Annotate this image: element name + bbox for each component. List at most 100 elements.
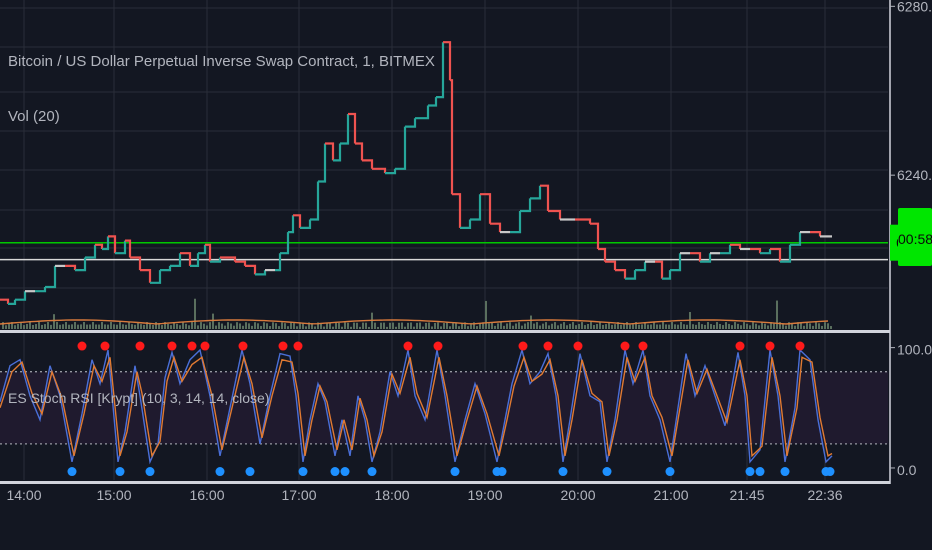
price-segment bbox=[655, 260, 664, 279]
price-segment bbox=[0, 298, 10, 304]
volume-bar bbox=[14, 325, 16, 329]
volume-bar bbox=[266, 323, 268, 329]
volume-bar bbox=[110, 322, 112, 329]
overbought-marker bbox=[735, 341, 745, 351]
volume-bar bbox=[281, 322, 283, 329]
volume-bar bbox=[341, 326, 343, 329]
price-segment bbox=[750, 247, 762, 254]
volume-bar bbox=[89, 324, 91, 329]
volume-bar bbox=[257, 323, 259, 329]
volume-bar bbox=[158, 323, 160, 329]
volume-bar bbox=[791, 323, 793, 329]
volume-bar bbox=[521, 325, 523, 329]
volume-bar bbox=[380, 322, 382, 329]
volume-bar bbox=[392, 322, 394, 329]
volume-bar bbox=[422, 326, 424, 329]
volume-bar bbox=[431, 326, 433, 329]
volume-bar bbox=[524, 323, 526, 329]
price-segment bbox=[460, 219, 472, 229]
volume-bar bbox=[143, 324, 145, 329]
volume-bar bbox=[707, 322, 709, 329]
volume-bar bbox=[287, 326, 289, 329]
volume-bar bbox=[449, 326, 451, 329]
volume-bar bbox=[704, 324, 706, 329]
price-segment bbox=[288, 215, 295, 234]
volume-bar bbox=[290, 322, 292, 329]
volume-bar bbox=[692, 324, 694, 329]
volume-bar bbox=[620, 324, 622, 329]
volume-bar bbox=[407, 322, 409, 329]
volume-bar bbox=[377, 326, 379, 329]
volume-bar bbox=[188, 325, 190, 329]
volume-bar bbox=[665, 324, 667, 329]
volume-bar bbox=[815, 322, 817, 329]
price-segment bbox=[530, 185, 542, 200]
volume-bar bbox=[602, 324, 604, 329]
volume-bar bbox=[5, 325, 7, 329]
volume-bar bbox=[650, 324, 652, 329]
volume-bar bbox=[749, 325, 751, 329]
volume-bar bbox=[182, 322, 184, 329]
overbought-marker bbox=[135, 341, 145, 351]
volume-bar bbox=[785, 325, 787, 329]
volume-bar bbox=[176, 323, 178, 329]
volume-bar bbox=[62, 324, 64, 329]
volume-bar bbox=[80, 324, 82, 329]
oversold-marker bbox=[298, 467, 308, 477]
volume-bar bbox=[113, 324, 115, 329]
volume-bar bbox=[536, 322, 538, 329]
volume-bar bbox=[503, 325, 505, 329]
time-tick-label: 20:00 bbox=[560, 487, 595, 503]
volume-bar bbox=[656, 324, 658, 329]
oversold-marker bbox=[67, 467, 77, 477]
volume-bar bbox=[314, 326, 316, 329]
volume-bar bbox=[125, 324, 127, 329]
price-segment bbox=[635, 261, 647, 272]
volume-bar bbox=[698, 322, 700, 329]
indicator-pane bbox=[0, 341, 888, 477]
overbought-marker bbox=[238, 341, 248, 351]
volume-bar bbox=[596, 324, 598, 329]
symbol-title[interactable]: Bitcoin / US Dollar Perpetual Inverse Sw… bbox=[8, 53, 435, 70]
volume-bar bbox=[116, 324, 118, 329]
volume-bar bbox=[359, 326, 361, 329]
volume-bar bbox=[374, 322, 376, 329]
volume-bar bbox=[344, 322, 346, 329]
volume-bar bbox=[653, 322, 655, 329]
volume-bar bbox=[155, 322, 157, 329]
volume-pane bbox=[0, 298, 832, 329]
volume-bar bbox=[224, 325, 226, 329]
volume-bar bbox=[557, 325, 559, 329]
volume-bar bbox=[383, 322, 385, 329]
oversold-marker bbox=[825, 467, 835, 477]
price-segment bbox=[275, 253, 282, 272]
volume-bar bbox=[527, 322, 529, 329]
volume-bar bbox=[575, 325, 577, 329]
volume-bar bbox=[128, 322, 130, 329]
volume-bar bbox=[776, 300, 778, 329]
price-segment bbox=[452, 193, 462, 228]
volume-bar bbox=[713, 324, 715, 329]
volume-bar bbox=[593, 325, 595, 329]
price-segment bbox=[720, 244, 732, 255]
volume-bar bbox=[194, 298, 196, 329]
volume-bar bbox=[416, 322, 418, 329]
price-segment bbox=[65, 264, 77, 271]
volume-bar bbox=[218, 322, 220, 329]
volume-bar bbox=[50, 324, 52, 329]
price-segment bbox=[470, 194, 482, 221]
price-segment bbox=[690, 252, 702, 262]
overbought-marker bbox=[795, 341, 805, 351]
indicator-title[interactable]: ES Stoch RSI [Krypt] (10, 3, 14, 14, clo… bbox=[8, 390, 269, 406]
volume-bar bbox=[254, 322, 256, 329]
volume-bar bbox=[86, 324, 88, 329]
overbought-marker bbox=[765, 341, 775, 351]
volume-bar bbox=[530, 315, 532, 329]
volume-bar bbox=[590, 322, 592, 329]
volume-bar bbox=[677, 324, 679, 329]
volume-title[interactable]: Vol (20) bbox=[8, 108, 60, 125]
volume-bar bbox=[611, 324, 613, 329]
price-segment bbox=[760, 249, 772, 255]
price-segment bbox=[700, 253, 712, 263]
oversold-marker bbox=[780, 467, 790, 477]
